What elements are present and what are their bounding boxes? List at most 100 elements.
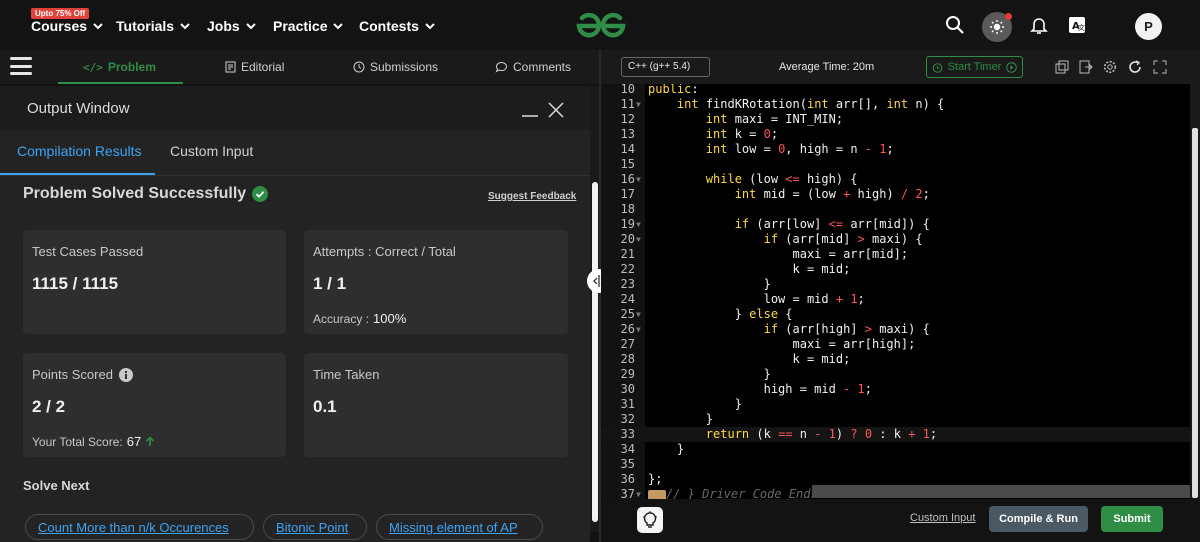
code-line[interactable]: 35 [601, 457, 1191, 472]
tab-comments[interactable]: Comments [495, 60, 571, 74]
horizontal-scrollbar[interactable] [812, 485, 1190, 498]
code-text: int mid = (low + high) / 2; [734, 187, 930, 201]
menu-icon[interactable] [10, 57, 32, 75]
code-line[interactable]: 13 int k = 0; [601, 127, 1191, 142]
line-number: 21 [620, 247, 635, 261]
code-line[interactable]: 29 } [601, 367, 1191, 382]
code-text: int findKRotation(int arr[], int n) { [676, 97, 945, 111]
fold-arrow-icon[interactable]: ▼ [636, 322, 641, 337]
nav-contests[interactable]: Contests [359, 18, 436, 34]
code-line[interactable]: 19 ▼ if (arr[low] <= arr[mid]) { [601, 217, 1191, 232]
copy-icon[interactable] [1055, 60, 1069, 74]
fold-arrow-icon[interactable]: ▼ [636, 232, 641, 247]
nav-jobs[interactable]: Jobs [207, 18, 257, 34]
search-icon[interactable] [943, 13, 967, 37]
tab-problem[interactable]: </> Problem [83, 60, 156, 74]
fold-arrow-icon[interactable]: ▼ [636, 97, 641, 112]
points-label-text: Points Scored [32, 367, 113, 382]
nav-courses[interactable]: Courses [31, 18, 104, 34]
code-text: maxi = arr[high]; [648, 337, 916, 351]
settings-icon[interactable] [1103, 60, 1117, 74]
compile-run-button[interactable]: Compile & Run [989, 506, 1088, 532]
fold-arrow-icon[interactable]: ▼ [636, 172, 641, 187]
line-number: 26 [620, 322, 635, 336]
fold-arrow-icon[interactable]: ▼ [636, 487, 641, 499]
info-icon[interactable] [118, 367, 133, 382]
line-number: 17 [620, 187, 635, 201]
fold-arrow-icon[interactable]: ▼ [636, 217, 641, 232]
code-line[interactable]: 32 } [601, 412, 1191, 427]
suggestion-pill[interactable]: Count More than n/k Occurences [25, 514, 254, 540]
code-line[interactable]: 33 return (k == n - 1) ? 0 : k + 1; [601, 427, 1191, 442]
scrollbar-thumb[interactable] [1192, 128, 1198, 498]
nav-practice[interactable]: Practice [273, 18, 344, 34]
suggestion-pill[interactable]: Bitonic Point [263, 514, 367, 540]
translate-icon[interactable]: A文 [1065, 13, 1089, 37]
start-timer-label: Start Timer [947, 61, 1002, 73]
code-line[interactable]: 25 ▼ } else { [601, 307, 1191, 322]
submit-button[interactable]: Submit [1101, 506, 1163, 532]
code-text: } [648, 442, 685, 456]
code-line[interactable]: 22 k = mid; [601, 262, 1191, 277]
export-icon[interactable] [1079, 60, 1093, 74]
suggest-feedback-link[interactable]: Suggest Feedback [488, 191, 576, 202]
theme-toggle-button[interactable] [982, 12, 1012, 42]
code-text: maxi = arr[mid]; [648, 247, 909, 261]
code-line[interactable]: 17 int mid = (low + high) / 2; [601, 187, 1191, 202]
code-line[interactable]: 18 [601, 202, 1191, 217]
code-line[interactable]: 14 int low = 0, high = n - 1; [601, 142, 1191, 157]
code-line[interactable]: 31 } [601, 397, 1191, 412]
code-line[interactable]: 16 ▼ while (low <= high) { [601, 172, 1191, 187]
line-number: 36 [620, 472, 635, 486]
svg-text:文: 文 [1078, 23, 1085, 32]
custom-input-link[interactable]: Custom Input [910, 512, 975, 524]
line-number: 28 [620, 352, 635, 366]
close-icon[interactable] [548, 102, 564, 118]
code-line[interactable]: 34 } [601, 442, 1191, 457]
code-line[interactable]: 24 low = mid + 1; [601, 292, 1191, 307]
code-line[interactable]: 28 k = mid; [601, 352, 1191, 367]
code-line[interactable]: 11 ▼ int findKRotation(int arr[], int n) … [601, 97, 1191, 112]
code-line[interactable]: 15 [601, 157, 1191, 172]
code-text: }; [648, 472, 663, 486]
minimize-icon[interactable] [521, 100, 539, 118]
code-line[interactable]: 12 int maxi = INT_MIN; [601, 112, 1191, 127]
chevron-down-icon [425, 23, 435, 30]
editor-scrollbar[interactable] [1190, 84, 1200, 499]
line-number: 23 [620, 277, 635, 291]
line-number: 22 [620, 262, 635, 276]
code-text: if (arr[mid] > maxi) { [763, 232, 923, 246]
hint-button[interactable] [637, 507, 663, 533]
code-icon: </> [83, 60, 103, 74]
line-number: 27 [620, 337, 635, 351]
gfg-logo[interactable] [573, 10, 629, 42]
total-score: Your Total Score: 67 [32, 434, 155, 449]
active-tab-indicator [58, 82, 183, 84]
start-timer-button[interactable]: Start Timer [926, 56, 1023, 78]
nav-tutorials[interactable]: Tutorials [116, 18, 191, 34]
language-select[interactable]: C++ (g++ 5.4) [621, 57, 710, 77]
fold-arrow-icon[interactable]: ▼ [636, 307, 641, 322]
nav-contests-label: Contests [359, 18, 419, 34]
fullscreen-icon[interactable] [1153, 60, 1167, 74]
code-line[interactable]: 10 public: [601, 84, 1191, 97]
code-line[interactable]: 21 maxi = arr[mid]; [601, 247, 1191, 262]
output-window: Output Window Compilation Results Custom… [0, 86, 590, 542]
code-line[interactable]: 30 high = mid - 1; [601, 382, 1191, 397]
code-editor[interactable]: 10 public: 11 ▼ int findKRotation(int arr[]… [601, 84, 1200, 499]
suggestion-pill[interactable]: Missing element of AP [376, 514, 543, 540]
bell-icon[interactable] [1027, 13, 1051, 37]
code-line[interactable]: 23 } [601, 277, 1191, 292]
tab-compilation-results[interactable]: Compilation Results [17, 143, 142, 159]
code-line[interactable]: 26 ▼ if (arr[high] > maxi) { [601, 322, 1191, 337]
code-line[interactable]: 27 maxi = arr[high]; [601, 337, 1191, 352]
avatar[interactable]: P [1135, 13, 1162, 40]
chevron-down-icon [93, 23, 103, 30]
total-score-label: Your Total Score: [32, 434, 123, 449]
tab-custom-input[interactable]: Custom Input [170, 143, 253, 159]
scrollbar-thumb[interactable] [592, 182, 598, 522]
code-line[interactable]: 20 ▼ if (arr[mid] > maxi) { [601, 232, 1191, 247]
tab-editorial[interactable]: Editorial [225, 60, 284, 74]
tab-submissions[interactable]: Submissions [353, 60, 438, 74]
reset-icon[interactable] [1128, 60, 1142, 74]
